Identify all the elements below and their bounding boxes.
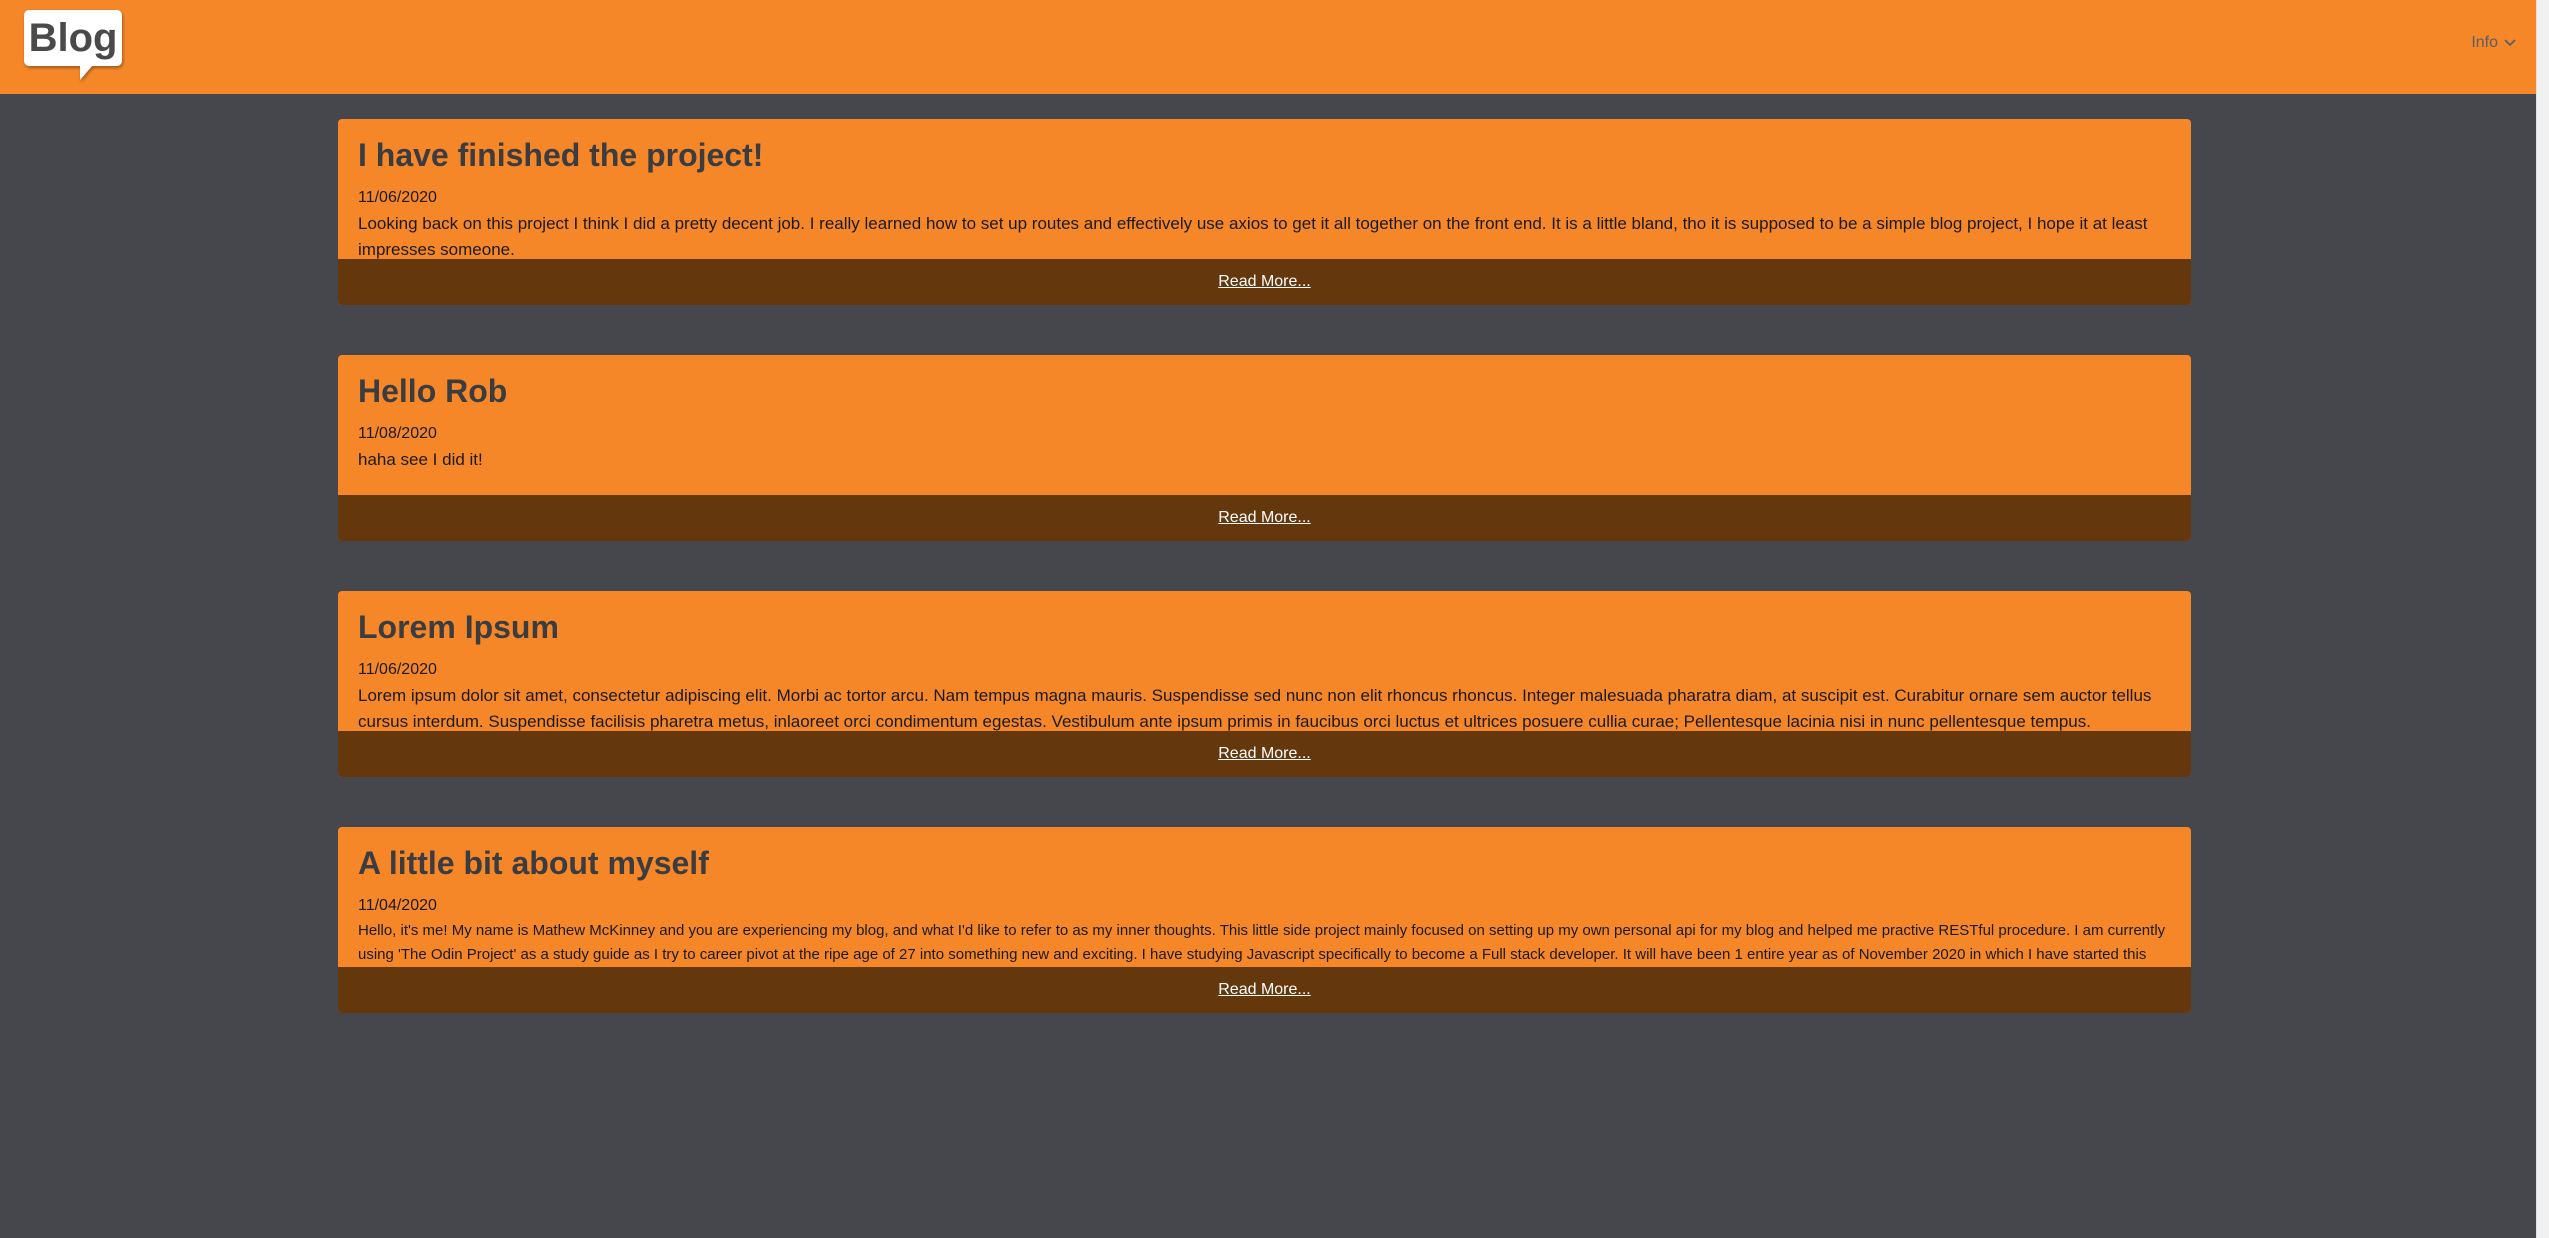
- post-body: Looking back on this project I think I d…: [358, 214, 2148, 259]
- page-scrollbar[interactable]: [2536, 0, 2549, 1238]
- info-label: Info: [2471, 34, 2498, 51]
- read-more-bar: Read More...: [338, 731, 2191, 777]
- post-body: Lorem ipsum dolor sit amet, consectetur …: [358, 686, 2152, 731]
- post-body: Hello, it's me! My name is Mathew McKinn…: [358, 922, 2166, 963]
- blog-logo[interactable]: Blog: [22, 8, 126, 84]
- post-list: I have finished the project! 11/06/2020 …: [338, 119, 2191, 1063]
- chevron-down-icon: [2504, 39, 2516, 47]
- post-title: Hello Rob: [358, 373, 508, 409]
- post-body: haha see I did it!: [358, 450, 483, 469]
- read-more-bar: Read More...: [338, 495, 2191, 541]
- read-more-link[interactable]: Read More...: [1218, 273, 1310, 291]
- post-title: A little bit about myself: [358, 845, 709, 881]
- post-title: Lorem Ipsum: [358, 609, 559, 645]
- info-menu[interactable]: Info: [2471, 34, 2516, 52]
- post-title: I have finished the project!: [358, 137, 764, 173]
- site-header: Blog Info: [0, 0, 2536, 94]
- read-more-link[interactable]: Read More...: [1218, 981, 1310, 999]
- read-more-link[interactable]: Read More...: [1218, 509, 1310, 527]
- post-date: 11/06/2020: [358, 661, 437, 678]
- post-card: Hello Rob 11/08/2020 haha see I did it! …: [338, 355, 2191, 541]
- post-date: 11/06/2020: [358, 189, 437, 206]
- post-card: Lorem Ipsum 11/06/2020 Lorem ipsum dolor…: [338, 591, 2191, 777]
- logo-text: Blog: [29, 16, 118, 60]
- post-card: I have finished the project! 11/06/2020 …: [338, 119, 2191, 305]
- post-date: 11/08/2020: [358, 425, 437, 442]
- read-more-link[interactable]: Read More...: [1218, 745, 1310, 763]
- read-more-bar: Read More...: [338, 967, 2191, 1013]
- post-date: 11/04/2020: [358, 897, 437, 914]
- post-card: A little bit about myself 11/04/2020 Hel…: [338, 827, 2191, 1013]
- read-more-bar: Read More...: [338, 259, 2191, 305]
